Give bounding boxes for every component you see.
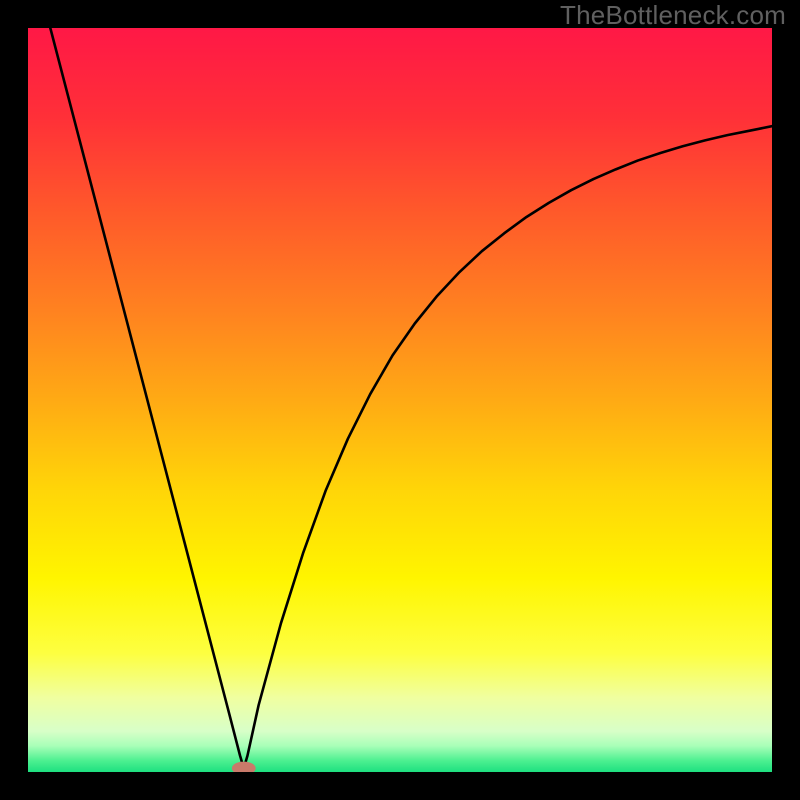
bottleneck-chart bbox=[28, 28, 772, 772]
watermark-text: TheBottleneck.com bbox=[560, 0, 786, 31]
chart-background bbox=[28, 28, 772, 772]
chart-container: TheBottleneck.com bbox=[0, 0, 800, 800]
